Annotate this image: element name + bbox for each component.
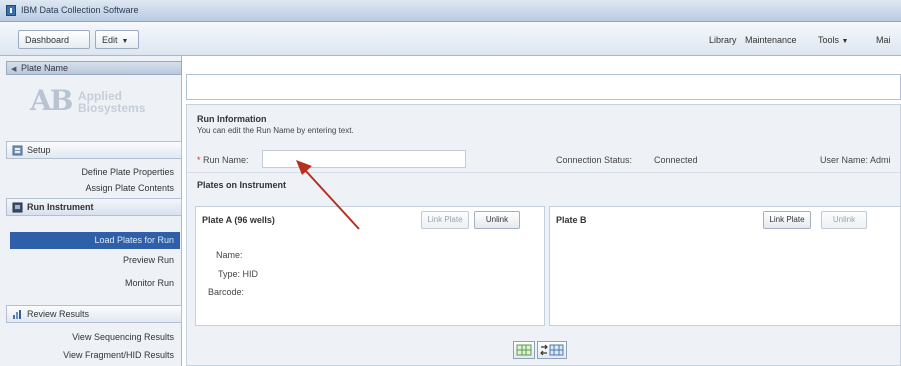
grid-view-button[interactable] <box>513 341 535 359</box>
menu-tools-label: Tools <box>818 35 840 45</box>
nav-section-setup[interactable]: Setup <box>6 141 182 159</box>
plate-b-panel: Plate B Link Plate Unlink <box>549 206 901 326</box>
chevron-down-icon: ▼ <box>121 38 129 45</box>
run-information-panel: Run Information You can edit the Run Nam… <box>186 104 901 366</box>
nav-item-define-plate-properties[interactable]: Define Plate Properties <box>10 164 180 181</box>
plate-a-type-label: Type: HID <box>218 269 259 279</box>
setup-icon <box>12 145 23 156</box>
user-name-label: User Name: <box>820 155 869 165</box>
divider <box>187 172 900 173</box>
run-name-label: * Run Name: <box>197 155 249 165</box>
connection-status-label: Connection Status: <box>556 155 633 165</box>
view-toggle <box>513 341 569 361</box>
plate-a-link-button[interactable]: Link Plate <box>421 211 469 229</box>
menu-bar: Dashboard Edit ▼ Library Maintenance Tool… <box>0 22 901 56</box>
chevron-down-icon: ▼ <box>841 38 849 45</box>
nav-item-preview-run[interactable]: Preview Run <box>10 252 180 269</box>
collapse-arrow-icon: ◀ <box>11 66 17 73</box>
connection-status-value: Connected <box>654 155 698 165</box>
main-panel: Run Information You can edit the Run Nam… <box>183 56 901 366</box>
plate-name-header[interactable]: ◀ Plate Name <box>6 61 182 75</box>
run-name-hint: You can edit the Run Name by entering te… <box>197 126 354 135</box>
plate-a-name-label: Name: <box>216 250 243 260</box>
dashboard-button[interactable]: Dashboard <box>18 30 90 49</box>
nav-section-label: Run Instrument <box>27 202 94 212</box>
plate-a-unlink-button[interactable]: Unlink <box>474 211 520 229</box>
edit-menu-button[interactable]: Edit ▼ <box>95 30 139 49</box>
nav-item-monitor-run[interactable]: Monitor Run <box>10 275 180 292</box>
swap-view-button[interactable] <box>537 341 567 359</box>
title-bar: IBM Data Collection Software <box>0 0 901 22</box>
nav-section-label: Review Results <box>27 309 90 319</box>
plate-a-barcode-label: Barcode: <box>208 287 245 297</box>
run-name-input[interactable] <box>262 150 466 168</box>
menu-maintenance[interactable]: Maintenance <box>745 35 797 45</box>
menu-more[interactable]: Mai <box>876 35 891 45</box>
run-information-title: Run Information <box>197 114 267 124</box>
grid-icon <box>516 344 532 356</box>
plate-b-link-button[interactable]: Link Plate <box>763 211 811 229</box>
toolbar-area <box>186 74 901 100</box>
review-results-icon <box>13 310 21 319</box>
plate-b-unlink-button[interactable]: Unlink <box>821 211 867 229</box>
nav-section-run-instrument[interactable]: Run Instrument <box>6 198 182 216</box>
nav-section-label: Setup <box>27 145 51 155</box>
applied-biosystems-logo: AB Applied Biosystems <box>30 84 146 117</box>
plate-a-title: Plate A (96 wells) <box>202 215 275 225</box>
app-icon <box>6 5 16 16</box>
navigation-sidebar: ◀ Plate Name AB Applied Biosystems Setup… <box>0 56 182 366</box>
plate-a-panel: Plate A (96 wells) Link Plate Unlink Nam… <box>195 206 545 326</box>
plate-name-label: Plate Name <box>21 63 69 73</box>
swap-grid-icon <box>540 344 564 356</box>
nav-item-view-fragment-hid-results[interactable]: View Fragment/HID Results <box>10 347 180 364</box>
nav-section-review-results[interactable]: Review Results <box>6 305 182 323</box>
nav-item-load-plates-for-run[interactable]: Load Plates for Run <box>10 232 180 249</box>
plate-b-title: Plate B <box>556 215 587 225</box>
run-instrument-icon <box>12 202 23 213</box>
nav-item-assign-plate-contents[interactable]: Assign Plate Contents <box>10 180 180 197</box>
user-name-value: Admi <box>870 155 891 165</box>
menu-library[interactable]: Library <box>709 35 737 45</box>
edit-label: Edit <box>102 35 118 45</box>
nav-item-view-sequencing-results[interactable]: View Sequencing Results <box>10 329 180 346</box>
menu-tools[interactable]: Tools ▼ <box>818 35 848 45</box>
plates-on-instrument-title: Plates on Instrument <box>197 180 287 190</box>
dashboard-label: Dashboard <box>25 35 70 45</box>
window-title: IBM Data Collection Software <box>21 5 139 15</box>
